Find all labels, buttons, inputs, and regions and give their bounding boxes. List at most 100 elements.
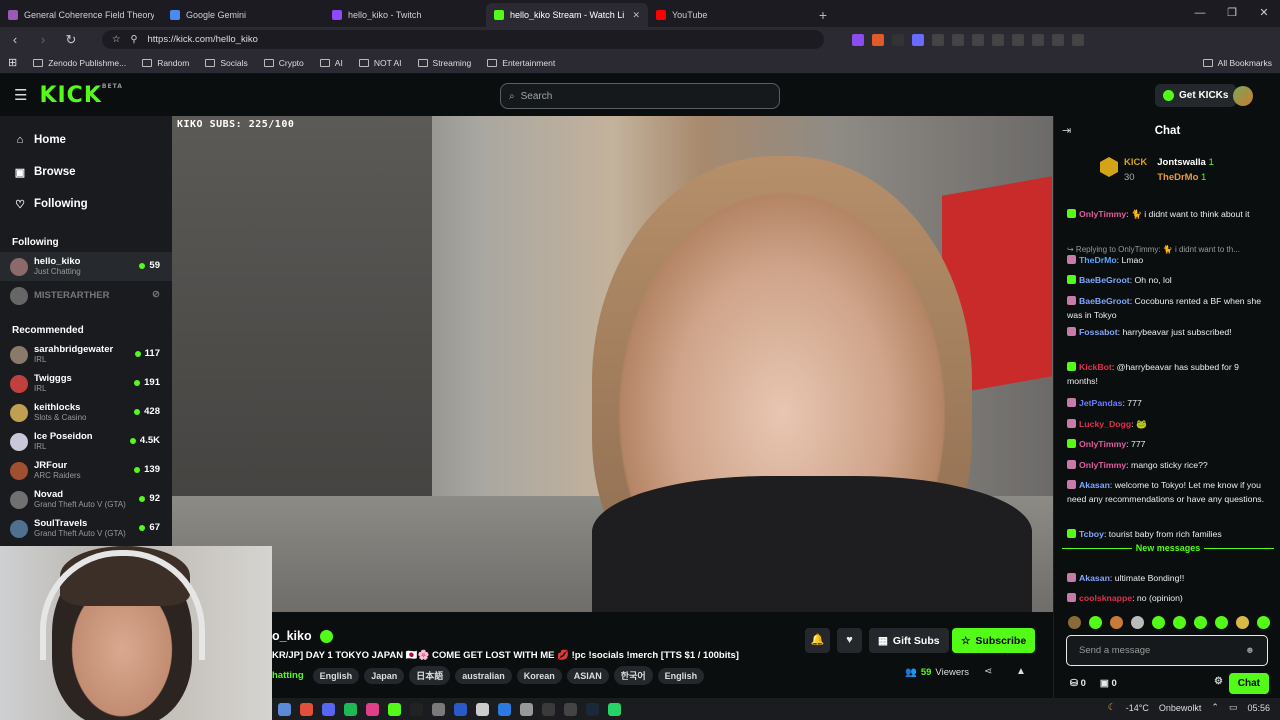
get-kicks-button[interactable]: Get KICKs — [1155, 84, 1237, 107]
follow-heart-button[interactable]: ♥ — [837, 628, 862, 653]
notification-bell-button[interactable]: 🔔 — [805, 628, 830, 653]
emote-icon[interactable] — [1257, 616, 1270, 629]
stream-tag[interactable]: English — [312, 667, 360, 684]
taskbar-app-icon[interactable] — [608, 702, 621, 716]
category-link[interactable]: hatting — [272, 670, 304, 681]
sidebar-nav-following[interactable]: ♡ Following — [0, 188, 172, 220]
emote-icon[interactable] — [1236, 616, 1249, 629]
sidebar-channel[interactable]: SoulTravels Grand Theft Auto V (GTA) 67 — [0, 514, 172, 543]
sidebar-channel[interactable]: sarahbridgewater IRL 117 — [0, 340, 172, 369]
kicks-counter[interactable]: ⛁ 0 — [1070, 678, 1086, 689]
reload-icon[interactable]: ↻ — [62, 32, 80, 48]
wallet-icon[interactable] — [1012, 33, 1024, 46]
browser-tab[interactable]: hello_kiko - Twitch — [324, 3, 486, 27]
stream-tag[interactable]: ASIAN — [566, 667, 609, 684]
extension-icon[interactable] — [852, 33, 864, 46]
minimize-icon[interactable]: — — [1184, 0, 1216, 26]
emoji-icon[interactable]: ☻ — [1245, 645, 1255, 656]
emote-icon[interactable] — [1089, 616, 1102, 629]
bookmark-folder[interactable]: AI — [319, 58, 343, 68]
taskbar-app-icon[interactable] — [564, 702, 577, 716]
chat-username[interactable]: TheDrMo — [1079, 255, 1117, 265]
taskbar-app-icon[interactable] — [322, 702, 335, 716]
chat-username[interactable]: Fossabot — [1079, 327, 1118, 337]
share-icon[interactable]: ⋖ — [984, 666, 992, 677]
clock[interactable]: 05:56 — [1247, 703, 1270, 713]
chat-username[interactable]: Akasan — [1079, 480, 1110, 490]
new-messages-divider[interactable]: New messages — [1062, 543, 1274, 560]
url-field[interactable]: ☆ ⚲ https://kick.com/hello_kiko — [102, 30, 824, 49]
extension-icon[interactable] — [892, 33, 904, 46]
forward-icon[interactable]: › — [34, 32, 52, 47]
taskbar-app-icon[interactable] — [300, 702, 313, 716]
stream-tag[interactable]: Korean — [516, 667, 562, 684]
emote-icon[interactable] — [1194, 616, 1207, 629]
chat-message-input[interactable]: Send a message ☻ — [1066, 635, 1268, 666]
taskbar-app-icon[interactable] — [476, 702, 489, 716]
chat-username[interactable]: OnlyTimmy — [1079, 460, 1126, 470]
taskbar-app-icon[interactable] — [542, 702, 555, 716]
bookmark-folder[interactable]: Entertainment — [487, 58, 555, 68]
bookmark-folder[interactable]: Streaming — [417, 58, 471, 68]
stream-tag[interactable]: australian — [455, 667, 512, 684]
chat-username[interactable]: OnlyTimmy — [1079, 439, 1126, 449]
sidebar-channel[interactable]: Novad Grand Theft Auto V (GTA) 92 — [0, 485, 172, 514]
sidebar-channel[interactable]: MISTERARTHER ⊘ — [0, 281, 172, 310]
browser-tab[interactable]: hello_kiko Stream - Watch Li ✕ — [486, 3, 648, 27]
sparkle-icon[interactable] — [1032, 33, 1044, 46]
sidebar-channel[interactable]: keithlocks Slots & Casino 428 — [0, 398, 172, 427]
sidebar-channel[interactable]: hello_kiko Just Chatting 59 — [0, 252, 172, 281]
stream-tag[interactable]: English — [657, 667, 705, 684]
apps-grid-icon[interactable]: ⊞ — [8, 56, 17, 69]
sidebar-channel[interactable]: Ice Poseidon IRL 4.5K — [0, 427, 172, 456]
chat-username[interactable]: JetPandas — [1079, 398, 1122, 408]
bookmark-folder[interactable]: Socials — [205, 58, 248, 68]
leaderboard-banner[interactable]: KICK 30 Jontswalla 1 TheDrMo 1 — [1054, 148, 1280, 192]
chat-username[interactable]: Tcboy — [1079, 529, 1104, 539]
stream-tag[interactable]: 한국어 — [613, 666, 653, 685]
taskbar-app-icon[interactable] — [520, 702, 533, 716]
video-player[interactable]: KIKO SUBS: 225/100 — [172, 116, 1053, 612]
back-icon[interactable]: ‹ — [6, 32, 24, 47]
report-warning-icon[interactable]: ▲ — [1016, 666, 1026, 677]
weather-text[interactable]: Onbewolkt — [1159, 703, 1202, 713]
chat-username[interactable]: OnlyTimmy — [1079, 209, 1126, 219]
browser-tab[interactable]: Google Gemini — [162, 3, 324, 27]
hamburger-menu-icon[interactable]: ☰ — [14, 86, 27, 104]
bookmark-folder[interactable]: NOT AI — [358, 58, 402, 68]
sidebar-icon[interactable] — [992, 33, 1004, 46]
bookmark-star-icon[interactable]: ☆ — [112, 34, 121, 45]
subscribe-button[interactable]: ☆ Subscribe — [952, 628, 1036, 653]
taskbar-app-icon[interactable] — [278, 702, 291, 716]
menu-icon[interactable] — [1072, 33, 1084, 46]
gift-counter[interactable]: ▣ 0 — [1100, 678, 1117, 689]
kick-logo[interactable]: KICKBETA — [39, 83, 122, 108]
stream-tag[interactable]: 日本語 — [409, 666, 451, 685]
site-info-icon[interactable]: ⚲ — [131, 34, 138, 45]
music-icon[interactable] — [972, 33, 984, 46]
sidebar-nav-browse[interactable]: ▣ Browse — [0, 156, 172, 188]
user-avatar[interactable] — [1233, 86, 1253, 106]
sidebar-nav-home[interactable]: ⌂ Home — [0, 124, 172, 156]
taskbar-app-icon[interactable] — [586, 702, 599, 716]
sidebar-channel[interactable]: JRFour ARC Raiders 139 — [0, 456, 172, 485]
all-bookmarks[interactable]: All Bookmarks — [1202, 58, 1272, 68]
taskbar-app-icon[interactable] — [410, 702, 423, 716]
taskbar-app-icon[interactable] — [432, 702, 445, 716]
extension-icon[interactable] — [912, 33, 924, 46]
sidebar-channel[interactable]: Twigggs IRL 191 — [0, 369, 172, 398]
send-chat-button[interactable]: Chat — [1228, 673, 1269, 694]
network-icon[interactable]: ▭ — [1229, 702, 1238, 713]
chat-username[interactable]: Akasan — [1079, 573, 1110, 583]
taskbar-app-icon[interactable] — [388, 702, 401, 716]
stream-tag[interactable]: Japan — [364, 667, 405, 684]
close-tab-icon[interactable]: ✕ — [632, 10, 640, 21]
chat-username[interactable]: coolsknappe — [1079, 593, 1132, 603]
search-input[interactable]: ⌕ Search — [500, 83, 780, 109]
emote-icon[interactable] — [1173, 616, 1186, 629]
close-window-icon[interactable]: ✕ — [1248, 0, 1280, 26]
channel-name[interactable]: o_kiko — [272, 629, 333, 643]
restore-icon[interactable]: ❐ — [1216, 0, 1248, 26]
bookmark-folder[interactable]: Crypto — [263, 58, 304, 68]
emote-icon[interactable] — [1152, 616, 1165, 629]
